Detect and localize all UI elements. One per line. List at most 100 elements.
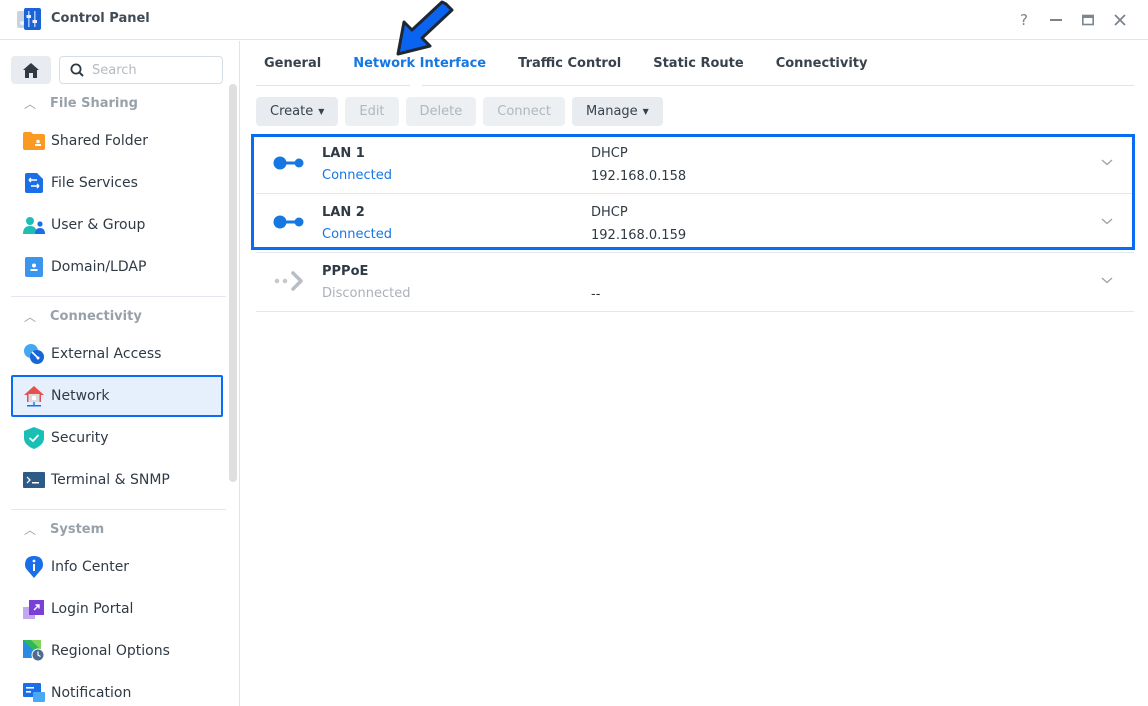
pppoe-disconnected-icon (274, 271, 303, 291)
tab-network-interface[interactable]: Network Interface (345, 41, 486, 87)
tab-label: Traffic Control (518, 55, 622, 71)
sidebar-item-label: Domain/LDAP (51, 259, 147, 275)
sidebar-item-regional-options[interactable]: Regional Options (11, 630, 223, 672)
sidebar: ︿ File Sharing Shared Folder File Servic… (0, 41, 240, 706)
sidebar-item-label: Notification (51, 685, 132, 701)
info-center-icon (23, 556, 45, 578)
home-icon (23, 62, 39, 78)
button-label: Delete (419, 104, 463, 119)
main-panel: General Network Interface Traffic Contro… (241, 41, 1148, 706)
caret-down-icon: ▼ (642, 107, 649, 116)
domain-ldap-icon (23, 256, 45, 278)
network-icon (23, 385, 45, 407)
home-button[interactable] (11, 56, 51, 84)
tab-static-route[interactable]: Static Route (645, 41, 743, 86)
maximize-icon (1082, 14, 1094, 26)
tab-connectivity[interactable]: Connectivity (768, 41, 868, 86)
sidebar-item-info-center[interactable]: Info Center (11, 546, 223, 588)
sidebar-divider (11, 509, 226, 510)
group-header-file-sharing[interactable]: ︿ File Sharing (24, 95, 138, 112)
interface-status: Disconnected (322, 286, 411, 301)
sidebar-item-domain-ldap[interactable]: Domain/LDAP (11, 246, 223, 288)
interface-row-lan2[interactable]: LAN 2 Connected DHCP 192.168.0.159 (256, 194, 1134, 253)
tab-general[interactable]: General (256, 41, 321, 86)
sidebar-item-shared-folder[interactable]: Shared Folder (11, 120, 223, 162)
regional-options-icon (23, 640, 45, 662)
tab-traffic-control[interactable]: Traffic Control (510, 41, 621, 86)
sidebar-item-login-portal[interactable]: Login Portal (11, 588, 223, 630)
chevron-down-icon[interactable] (1100, 155, 1114, 169)
search-input[interactable] (92, 62, 202, 78)
group-header-system[interactable]: ︿ System (24, 521, 104, 538)
sidebar-item-security[interactable]: Security (11, 417, 223, 459)
interface-ip: 192.168.0.158 (591, 169, 687, 184)
interface-ip: -- (591, 287, 601, 302)
delete-button[interactable]: Delete (405, 97, 477, 126)
sidebar-item-file-services[interactable]: File Services (11, 162, 223, 204)
external-access-icon (23, 343, 45, 365)
notification-icon (23, 682, 45, 704)
sidebar-item-label: Terminal & SNMP (51, 472, 170, 488)
chevron-down-icon[interactable] (1100, 273, 1114, 287)
create-button[interactable]: Create ▼ (256, 97, 339, 126)
close-button[interactable] (1104, 8, 1136, 32)
sidebar-item-user-group[interactable]: User & Group (11, 204, 223, 246)
close-icon (1114, 14, 1126, 26)
login-portal-icon (23, 598, 45, 620)
terminal-icon (23, 469, 45, 491)
group-label: System (50, 522, 105, 537)
sidebar-item-network[interactable]: Network (11, 375, 223, 417)
group-header-connectivity[interactable]: ︿ Connectivity (24, 308, 142, 325)
search-field[interactable] (59, 56, 223, 84)
minimize-button[interactable] (1040, 8, 1072, 32)
button-label: Manage (586, 104, 638, 119)
ethernet-connected-icon (273, 215, 304, 229)
interface-row-lan1[interactable]: LAN 1 Connected DHCP 192.168.0.158 (256, 135, 1134, 194)
window-title: Control Panel (51, 11, 150, 26)
chevron-up-icon: ︿ (24, 97, 37, 111)
control-panel-app-icon (17, 8, 41, 30)
interface-type: DHCP (591, 205, 628, 220)
interface-name: LAN 2 (322, 205, 365, 220)
help-icon: ? (1020, 11, 1028, 29)
sidebar-item-label: External Access (51, 346, 162, 362)
button-label: Edit (359, 104, 385, 119)
sidebar-item-label: User & Group (51, 217, 146, 233)
file-services-icon (23, 172, 45, 194)
interface-status: Connected (322, 227, 393, 242)
maximize-button[interactable] (1072, 8, 1104, 32)
sidebar-item-terminal-snmp[interactable]: Terminal & SNMP (11, 459, 223, 501)
sidebar-item-label: Login Portal (51, 601, 134, 617)
button-label: Connect (497, 104, 552, 119)
sidebar-scrollbar[interactable] (229, 84, 237, 482)
title-bar: Control Panel ? (0, 0, 1148, 40)
sidebar-item-notification[interactable]: Notification (11, 672, 223, 706)
group-label: Connectivity (50, 309, 142, 324)
button-label: Create (270, 104, 314, 119)
manage-button[interactable]: Manage ▼ (572, 97, 663, 126)
toolbar: Create ▼ Edit Delete Connect Manage ▼ (256, 97, 663, 126)
chevron-up-icon: ︿ (24, 523, 37, 537)
sidebar-item-external-access[interactable]: External Access (11, 333, 223, 375)
interface-ip: 192.168.0.159 (591, 228, 687, 243)
minimize-icon (1050, 19, 1062, 21)
edit-button[interactable]: Edit (345, 97, 399, 126)
tab-bar: General Network Interface Traffic Contro… (256, 41, 1134, 87)
interface-name: PPPoE (322, 264, 369, 279)
interface-row-pppoe[interactable]: PPPoE Disconnected -- (256, 253, 1134, 312)
user-group-icon (23, 214, 45, 236)
connect-button[interactable]: Connect (483, 97, 566, 126)
chevron-down-icon[interactable] (1100, 214, 1114, 228)
search-icon (70, 63, 84, 77)
tab-label: Static Route (653, 55, 744, 71)
caret-down-icon: ▼ (318, 107, 325, 116)
ethernet-connected-icon (273, 156, 304, 170)
help-button[interactable]: ? (1008, 8, 1040, 32)
tab-label: Connectivity (775, 55, 868, 71)
chevron-up-icon: ︿ (24, 310, 37, 324)
sidebar-item-label: Regional Options (51, 643, 170, 659)
sidebar-item-label: File Services (51, 175, 138, 191)
security-shield-icon (23, 427, 45, 449)
sidebar-divider (11, 296, 226, 297)
interface-status: Connected (322, 168, 393, 183)
